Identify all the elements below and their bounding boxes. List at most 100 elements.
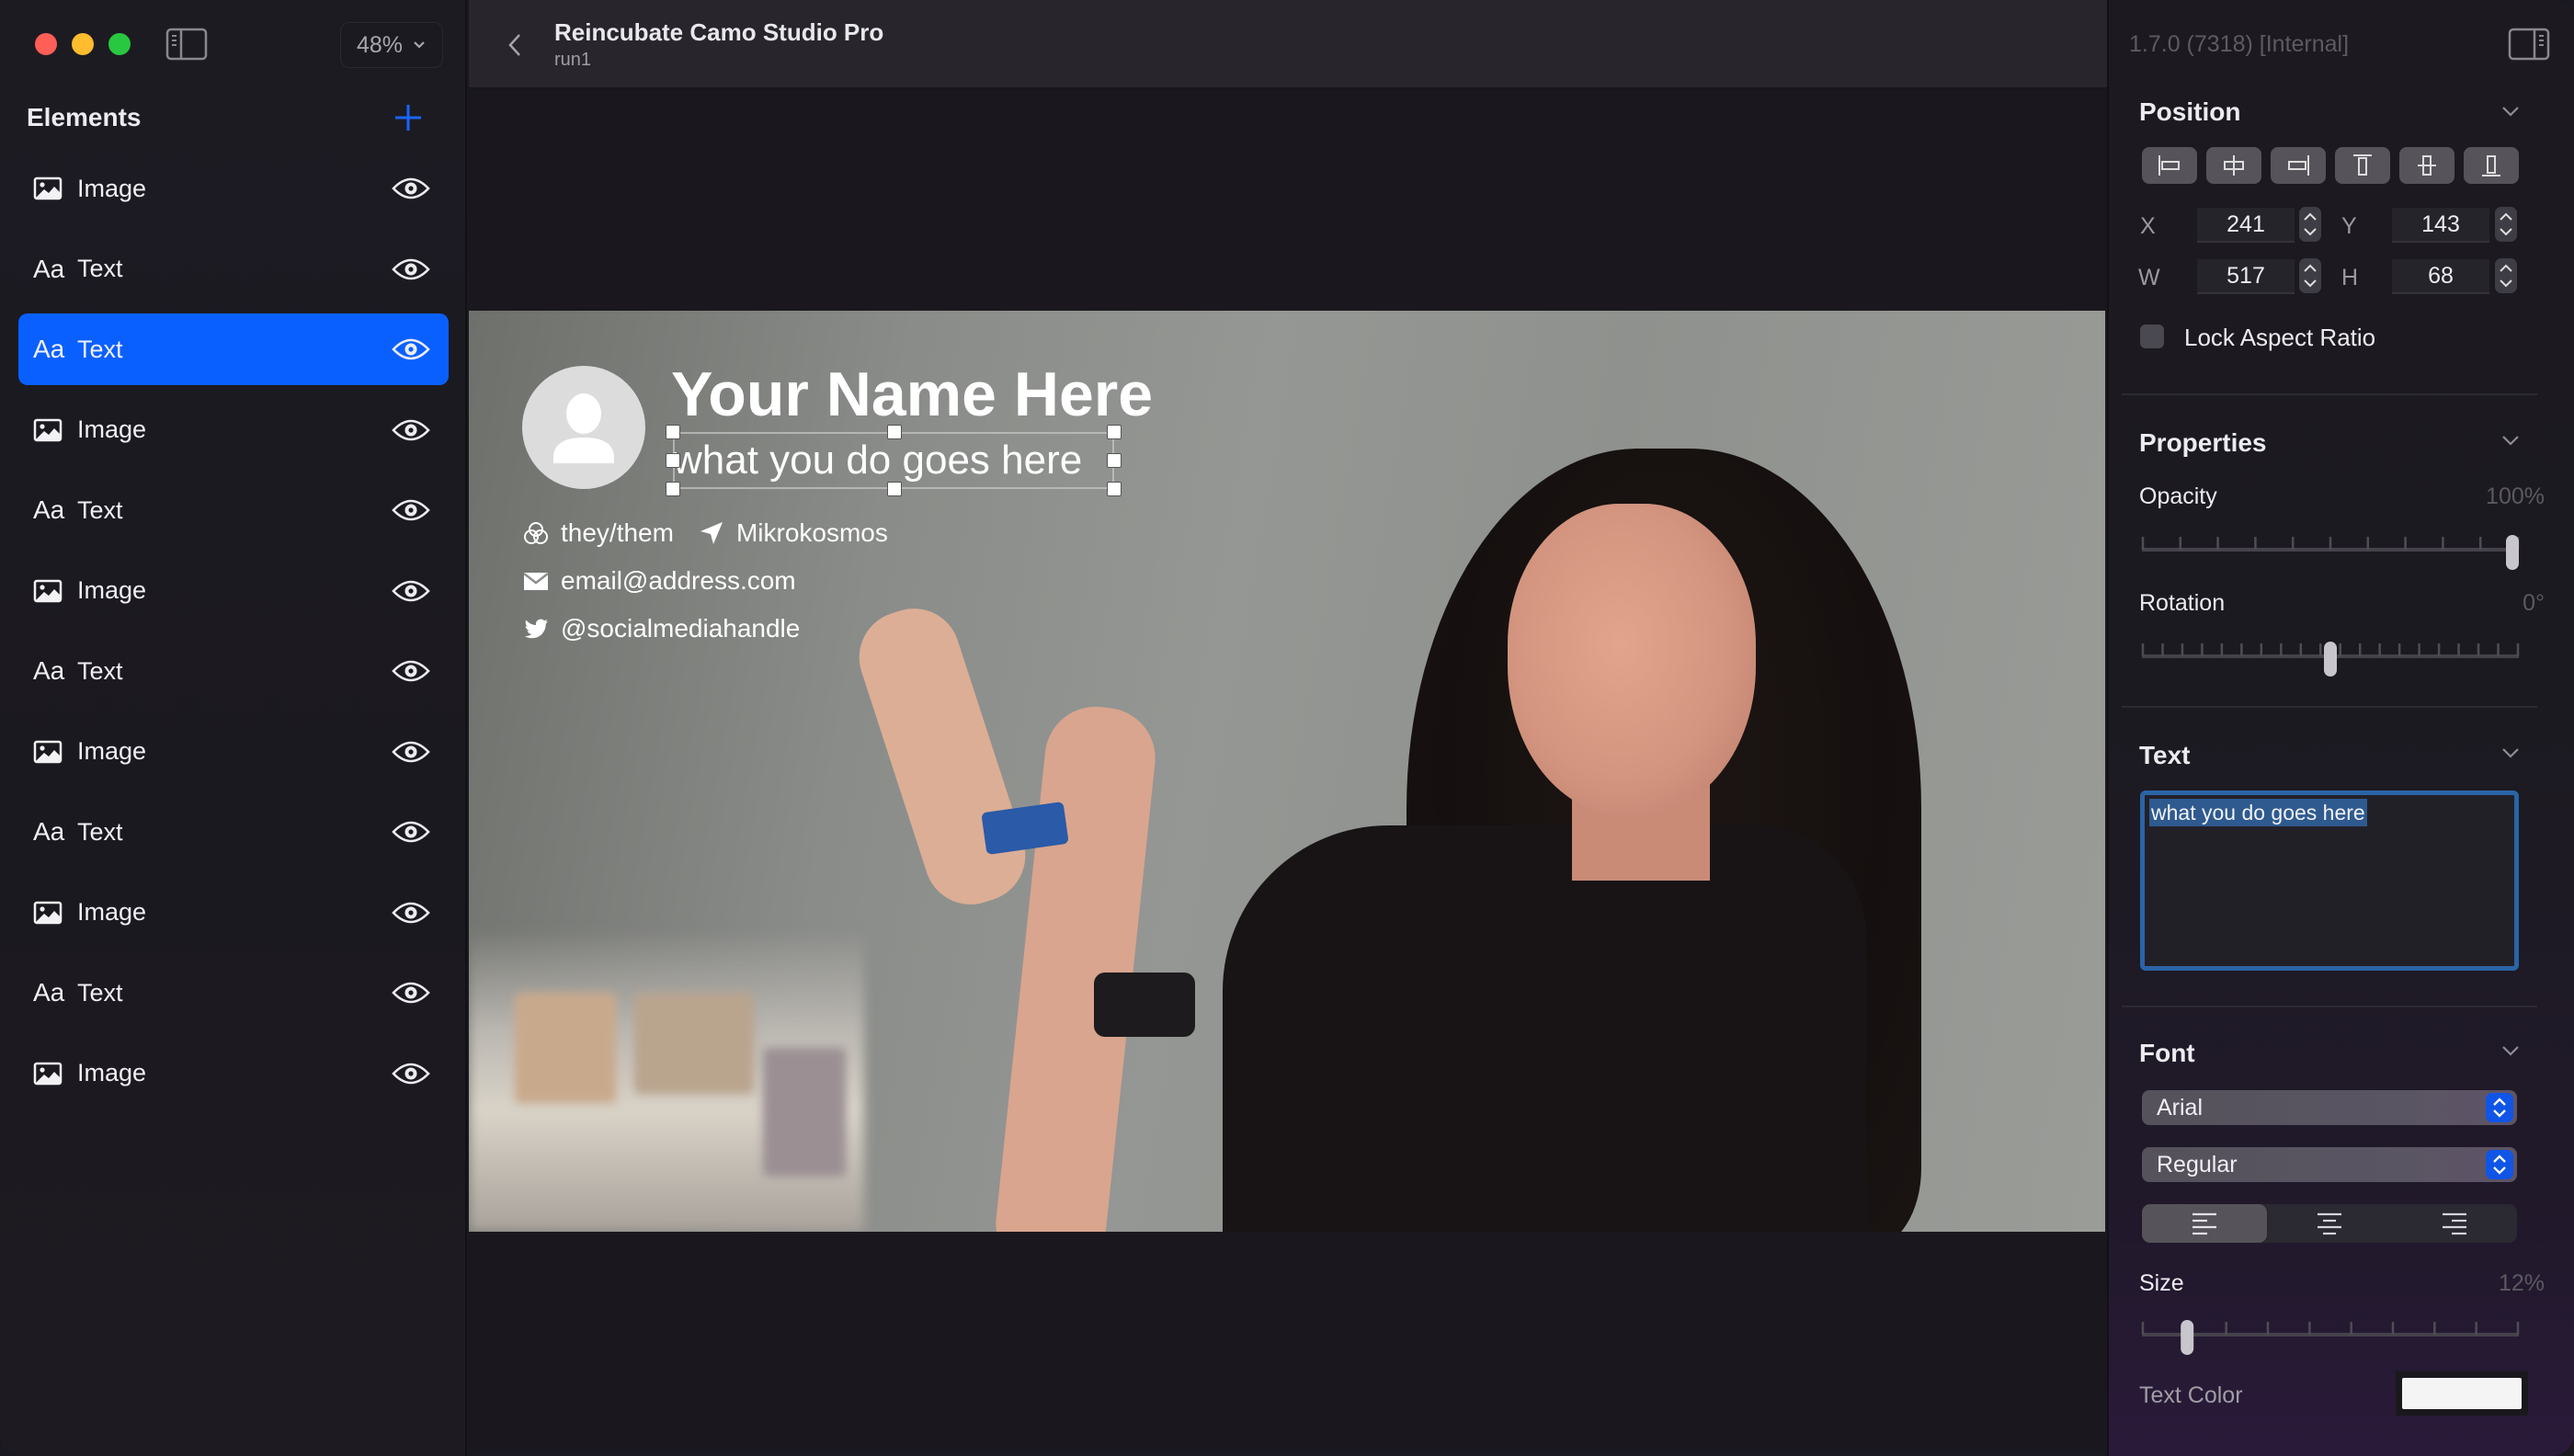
visibility-eye-icon[interactable] [392,819,430,845]
preview-stage[interactable]: Your Name Here what you do goes here the… [469,311,2105,1232]
position-section-title[interactable]: Position [2139,97,2240,127]
width-stepper[interactable] [2299,258,2321,293]
align-center-vertical-button[interactable] [2399,147,2454,184]
element-list-item[interactable]: Aa Text [18,796,449,868]
element-label: Text [77,495,123,524]
chevron-down-icon[interactable] [2500,1044,2521,1057]
resize-handle-top-right[interactable] [1107,425,1122,439]
visibility-eye-icon[interactable] [392,900,430,926]
align-right-icon [2288,155,2309,176]
resize-handle-bottom-left[interactable] [666,482,680,496]
maximize-window-button[interactable] [108,33,131,55]
pronouns-text[interactable]: they/them [561,518,674,548]
font-family-select[interactable]: Arial [2142,1090,2517,1125]
add-element-button[interactable] [392,101,425,134]
text-section-title[interactable]: Text [2139,741,2191,770]
slider-knob [2324,642,2337,677]
chevron-down-icon[interactable] [2500,434,2521,447]
section-divider [2122,706,2537,708]
resize-handle-top-left[interactable] [666,425,680,439]
text-align-center-button[interactable] [2267,1204,2392,1243]
close-window-button[interactable] [35,33,57,55]
background-figure-box [634,993,754,1094]
y-position-stepper[interactable] [2495,207,2517,242]
element-list-item[interactable]: Image [18,1038,449,1109]
width-input[interactable]: 517 [2197,259,2295,294]
visibility-eye-icon[interactable] [392,658,430,684]
stepper-arrows-icon [2304,264,2317,288]
align-center-horizontal-button[interactable] [2206,147,2261,184]
font-style-select[interactable]: Regular [2142,1147,2517,1182]
align-left-button[interactable] [2142,147,2197,184]
element-list-item[interactable]: Aa Text [18,474,449,546]
text-alignment-control [2142,1204,2517,1243]
lock-aspect-ratio-checkbox[interactable] [2140,324,2164,348]
stepper-arrows-icon [2304,212,2317,236]
visibility-eye-icon[interactable] [392,256,430,282]
element-list-item[interactable]: Aa Text [18,313,449,385]
x-position-stepper[interactable] [2299,207,2321,242]
element-list-item[interactable]: Image [18,394,449,466]
visibility-eye-icon[interactable] [392,980,430,1006]
properties-section-title[interactable]: Properties [2139,428,2267,458]
name-text-element[interactable]: Your Name Here [671,358,1153,430]
opacity-slider[interactable] [2141,524,2520,570]
social-row: @socialmediahandle [522,614,800,643]
avatar-image[interactable] [522,366,645,489]
text-align-left-button[interactable] [2142,1204,2267,1243]
height-input[interactable]: 68 [2392,259,2489,294]
y-position-input[interactable]: 143 [2392,208,2489,243]
text-align-right-icon [2443,1212,2466,1235]
social-handle-text[interactable]: @socialmediahandle [561,614,800,643]
resize-handle-bottom[interactable] [887,482,902,496]
text-content-input[interactable]: what you do goes here [2140,791,2519,971]
chevron-down-icon[interactable] [2500,746,2521,759]
visibility-eye-icon[interactable] [392,417,430,443]
element-list-item[interactable]: Aa Text [18,957,449,1029]
background-figure-box [515,993,616,1103]
visibility-eye-icon[interactable] [392,336,430,362]
resize-handle-top[interactable] [887,425,902,439]
element-list-item[interactable]: Image [18,555,449,627]
text-color-well[interactable] [2396,1371,2528,1416]
height-stepper[interactable] [2495,258,2517,293]
align-top-button[interactable] [2335,147,2390,184]
element-list-item[interactable]: Image [18,153,449,224]
visibility-eye-icon[interactable] [392,497,430,523]
visibility-eye-icon[interactable] [392,739,430,765]
scene-name: run1 [554,50,592,70]
font-section-title[interactable]: Font [2139,1039,2195,1068]
lock-aspect-ratio-label[interactable]: Lock Aspect Ratio [2184,324,2375,352]
align-bottom-button[interactable] [2464,147,2519,184]
resize-handle-right[interactable] [1107,453,1122,468]
visibility-eye-icon[interactable] [392,176,430,201]
element-list-item[interactable]: Image [18,716,449,788]
person-arm [847,597,1038,916]
minimize-window-button[interactable] [72,33,94,55]
x-position-input[interactable]: 241 [2197,208,2295,243]
selection-bounding-box[interactable] [673,432,1114,489]
inspector-toggle-button[interactable] [2508,28,2550,61]
text-align-right-button[interactable] [2392,1204,2517,1243]
font-style-value: Regular [2157,1151,2238,1177]
visibility-eye-icon[interactable] [392,1061,430,1086]
back-button[interactable] [506,31,524,59]
font-size-slider[interactable] [2141,1309,2520,1355]
element-list-item[interactable]: Aa Text [18,233,449,305]
element-list-item[interactable]: Image [18,877,449,949]
align-right-button[interactable] [2271,147,2326,184]
resize-handle-left[interactable] [666,453,680,468]
element-list-item[interactable]: Aa Text [18,635,449,707]
image-icon [33,417,64,443]
visibility-eye-icon[interactable] [392,578,430,604]
chevron-down-icon[interactable] [2500,105,2521,118]
rotation-slider[interactable] [2141,631,2520,677]
resize-handle-bottom-right[interactable] [1107,482,1122,496]
person-placeholder-icon [553,393,614,463]
location-text[interactable]: Mikrokosmos [736,518,888,548]
email-text[interactable]: email@address.com [561,566,796,596]
zoom-level-dropdown[interactable]: 48% [340,22,443,68]
element-label: Text [77,335,123,363]
sidebar-toggle-button[interactable] [165,28,208,61]
person-body [1223,825,1866,1232]
